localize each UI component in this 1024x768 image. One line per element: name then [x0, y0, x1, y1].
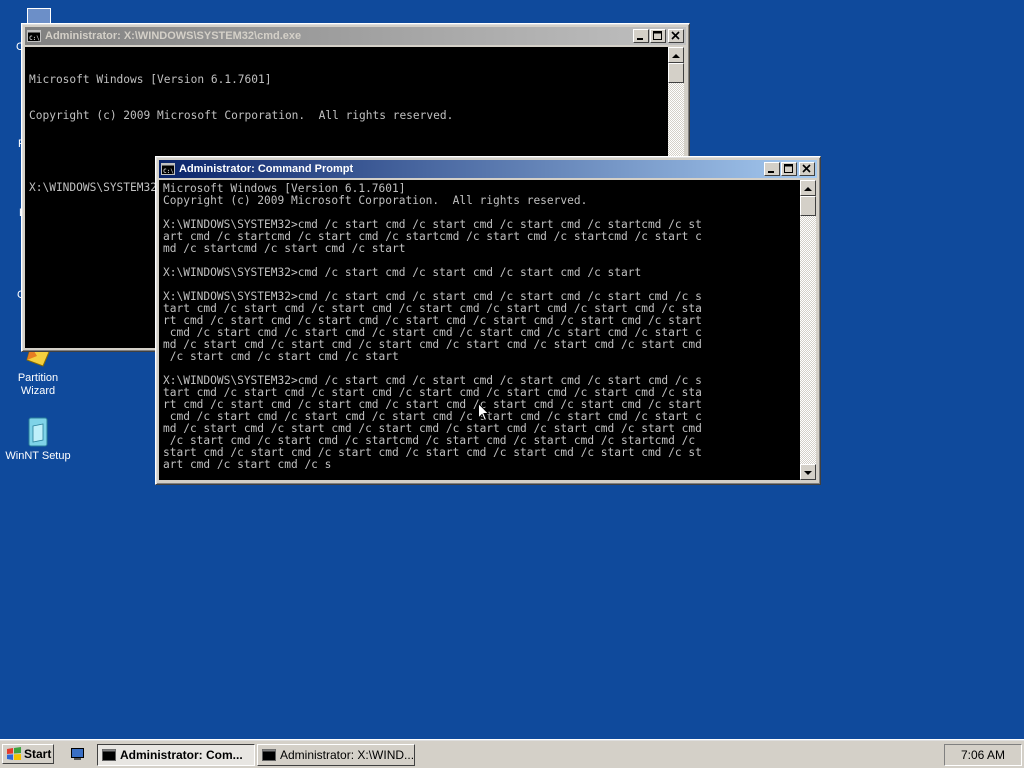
console-line: md /c startcmd /c start cmd /c start [163, 242, 406, 255]
cmd-icon: C:\ [27, 30, 41, 42]
mouse-pointer-icon [478, 403, 490, 422]
cmd-icon [262, 749, 276, 761]
svg-text:C:\: C:\ [163, 168, 174, 175]
title-bar[interactable]: C:\ Administrator: X:\WINDOWS\SYSTEM32\c… [25, 27, 686, 45]
window-title: Administrator: Command Prompt [179, 163, 354, 175]
show-desktop-icon [71, 748, 84, 760]
maximize-button[interactable] [650, 29, 666, 43]
taskbar: Start Administrator: Com... Administrato… [0, 739, 1024, 768]
taskbar-button-label: Administrator: X:\WIND... [280, 748, 415, 762]
command-prompt-window[interactable]: C:\ Administrator: Command Prompt Micros… [155, 156, 821, 485]
console-line: Copyright (c) 2009 Microsoft Corporation… [163, 194, 588, 207]
taskbar-button-label: Administrator: Com... [120, 748, 243, 762]
window-title: Administrator: X:\WINDOWS\SYSTEM32\cmd.e… [45, 30, 302, 42]
windows-logo-icon [7, 747, 21, 760]
scroll-down-button[interactable] [800, 464, 816, 480]
close-icon [802, 164, 811, 173]
title-bar[interactable]: C:\ Administrator: Command Prompt [159, 160, 817, 178]
vertical-scrollbar[interactable] [800, 180, 816, 480]
close-button[interactable] [668, 29, 684, 43]
console-output[interactable]: Microsoft Windows [Version 6.1.7601] Copy… [159, 180, 800, 480]
minimize-icon [637, 38, 643, 40]
arrow-down-icon [804, 471, 812, 475]
close-icon [671, 31, 680, 40]
console-line: art cmd /c start cmd /c s [163, 458, 332, 471]
system-tray: 7:06 AM [944, 744, 1022, 766]
start-button[interactable]: Start [2, 744, 54, 764]
desktop-icon-label: Partition Wizard [17, 372, 59, 397]
start-label: Start [24, 747, 52, 761]
clock[interactable]: 7:06 AM [961, 748, 1005, 762]
desktop-icon-label: WinNT Setup [5, 450, 71, 462]
arrow-up-icon [672, 54, 680, 58]
taskbar-button-cmd-exe[interactable]: Administrator: X:\WIND... [257, 744, 415, 766]
cmd-icon: C:\ [161, 163, 175, 175]
winnt-setup-icon [28, 417, 48, 447]
minimize-button[interactable] [764, 162, 780, 176]
maximize-icon [784, 164, 793, 173]
quick-launch-show-desktop[interactable] [70, 747, 86, 761]
minimize-icon [768, 171, 774, 173]
minimize-button[interactable] [633, 29, 649, 43]
taskbar-button-command-prompt[interactable]: Administrator: Com... [97, 744, 255, 766]
maximize-button[interactable] [781, 162, 797, 176]
scroll-thumb[interactable] [668, 63, 684, 83]
console-line: Microsoft Windows [Version 6.1.7601] [29, 73, 272, 86]
scroll-thumb[interactable] [800, 196, 816, 216]
scroll-up-button[interactable] [668, 47, 684, 63]
scroll-up-button[interactable] [800, 180, 816, 196]
maximize-icon [653, 31, 662, 40]
close-button[interactable] [799, 162, 815, 176]
desktop-icon-partition-wizard[interactable]: Partition Wizard [2, 344, 74, 398]
desktop-icon-winnt-setup[interactable]: WinNT Setup [2, 416, 74, 463]
console-line: Copyright (c) 2009 Microsoft Corporation… [29, 109, 454, 122]
arrow-up-icon [804, 187, 812, 191]
console-line: /c start cmd /c start cmd /c start [163, 350, 399, 363]
svg-text:C:\: C:\ [29, 35, 40, 42]
console-line: X:\WINDOWS\SYSTEM32>cmd /c start cmd /c … [163, 266, 642, 279]
cmd-icon [102, 749, 116, 761]
